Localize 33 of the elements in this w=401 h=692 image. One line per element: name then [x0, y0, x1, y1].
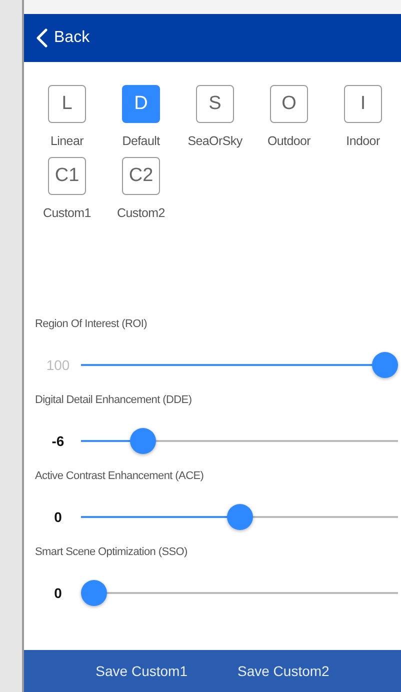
slider-thumb[interactable] [226, 504, 252, 530]
slider[interactable] [81, 503, 398, 531]
preset-button[interactable]: C2 [122, 157, 160, 195]
slider-label: Region Of Interest (ROI) [35, 318, 148, 330]
slider[interactable] [81, 427, 398, 455]
slider[interactable] [81, 579, 398, 607]
save-button[interactable]: Save Custom1 [86, 650, 198, 692]
preset-label: Custom1 [43, 206, 91, 220]
preset-button[interactable]: O [270, 85, 308, 123]
back-chevron-icon [36, 28, 48, 48]
preset-label: Default [122, 134, 160, 148]
preset-button[interactable]: D [122, 85, 160, 123]
save-button[interactable]: Save Custom2 [228, 650, 340, 692]
back-button[interactable]: Back [36, 28, 90, 48]
slider-label: Active Contrast Enhancement (ACE) [35, 470, 205, 482]
preset-button[interactable]: C1 [48, 157, 86, 195]
slider-thumb[interactable] [81, 580, 107, 606]
slider-value: 0 [53, 509, 63, 525]
preset-button[interactable]: I [344, 85, 382, 123]
preset-label: Indoor [346, 134, 380, 148]
slider[interactable] [81, 351, 398, 379]
slider-value: 100 [45, 357, 71, 373]
slider-value: -6 [50, 433, 66, 449]
slider-value: 0 [53, 585, 63, 601]
preset-button[interactable]: L [48, 85, 86, 123]
slider-thumb[interactable] [130, 428, 156, 454]
slider-label: Smart Scene Optimization (SSO) [35, 546, 188, 558]
preset-label: Custom2 [117, 206, 165, 220]
preset-label: Outdoor [267, 134, 311, 148]
preset-button[interactable]: S [196, 85, 234, 123]
slider-label: Digital Detail Enhancement (DDE) [35, 394, 193, 406]
preset-label: Linear [50, 134, 84, 148]
preset-label: SeaOrSky [188, 134, 242, 148]
